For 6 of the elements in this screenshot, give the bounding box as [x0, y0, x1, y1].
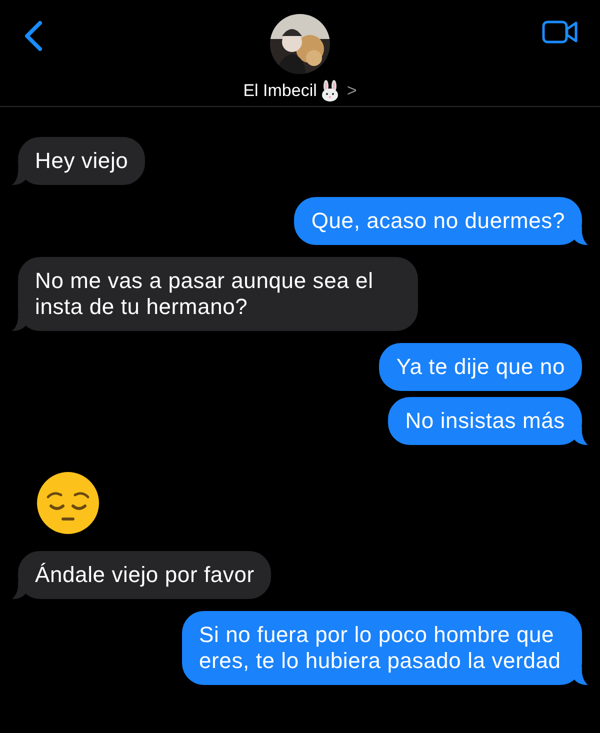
pensive-face-icon: [36, 471, 100, 535]
chevron-icon[interactable]: >: [346, 81, 357, 101]
contact-name[interactable]: El Imbecil: [243, 81, 317, 101]
back-icon[interactable]: [22, 20, 44, 52]
message-bubble: Ya te dije que no: [379, 343, 582, 391]
video-call-icon[interactable]: [542, 20, 578, 44]
